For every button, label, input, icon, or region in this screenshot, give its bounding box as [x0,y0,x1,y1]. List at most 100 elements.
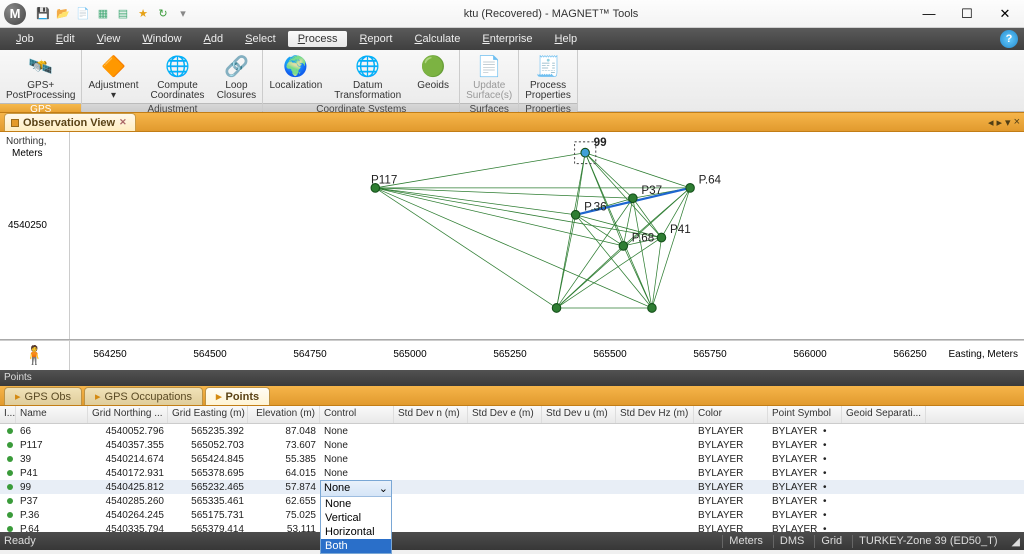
cell: BYLAYER [694,496,768,507]
cell: 565379.414 [168,524,248,533]
table-row[interactable]: 994540425.812565232.46557.874NoneBYLAYER… [0,480,1024,494]
tabstrip-right-icon[interactable]: ▸ [997,116,1003,129]
status-segment[interactable]: Grid [814,535,848,548]
grid2-icon[interactable]: ▤ [114,5,132,23]
col-header[interactable]: Std Dev n (m) [394,406,468,423]
net-point[interactable] [686,184,694,193]
geoids-button[interactable]: 🟢Geoids [407,50,459,103]
net-point[interactable] [648,304,656,313]
geoids-button-icon: 🟢 [419,52,447,80]
menu-item-help[interactable]: Help [545,31,588,47]
x-tick: 566000 [793,349,826,360]
col-header[interactable]: Elevation (m) [248,406,320,423]
control-option-both[interactable]: Both [321,539,391,553]
menu-item-select[interactable]: Select [235,31,286,47]
table-row[interactable]: P.644540335.794565379.41453.111BYLAYERBY… [0,522,1024,532]
points-tab-gps-obs[interactable]: ▸GPS Obs [4,387,82,405]
net-point[interactable] [657,233,665,242]
cell: 62.655 [248,496,320,507]
net-point[interactable] [571,210,579,219]
menu-item-report[interactable]: Report [349,31,402,47]
control-option-none[interactable]: None [321,497,391,511]
resize-grip-icon[interactable]: ◢ [1008,535,1020,548]
redo-icon[interactable]: ↻ [154,5,172,23]
menu-item-enterprise[interactable]: Enterprise [472,31,542,47]
gps-postprocessing-button[interactable]: 🛰️GPS+PostProcessing [0,50,81,103]
col-header[interactable]: Std Dev u (m) [542,406,616,423]
close-icon[interactable]: ✕ [119,117,127,128]
net-point[interactable] [581,148,589,157]
tab-icon: ▸ [15,390,21,403]
menu-item-calculate[interactable]: Calculate [404,31,470,47]
col-header[interactable]: Color [694,406,768,423]
minimize-button[interactable]: — [910,0,948,28]
menu-item-view[interactable]: View [87,31,131,47]
process-properties-button[interactable]: 🧾ProcessProperties [519,50,577,103]
status-segment[interactable]: DMS [773,535,810,548]
points-tab-points[interactable]: ▸Points [205,387,270,405]
status-segment[interactable]: TURKEY-Zone 39 (ED50_T) [852,535,1003,548]
loop-closures-button[interactable]: 🔗LoopClosures [210,50,262,103]
menu-item-job[interactable]: Job [6,31,44,47]
cell: None [320,426,394,437]
tab-observation-view[interactable]: Observation View ✕ [4,113,136,131]
control-option-vertical[interactable]: Vertical [321,511,391,525]
close-button[interactable]: ✕ [986,0,1024,28]
y-axis-pane: Northing, Meters 4540250 [0,132,70,339]
col-header[interactable]: Grid Northing ... [88,406,168,423]
tabstrip-menu-icon[interactable]: ▾ [1005,116,1011,129]
col-header[interactable]: I... [0,406,16,423]
cell: BYLAYER • [768,454,842,465]
datum-transformation-button[interactable]: 🌐DatumTransformation [328,50,407,103]
cell: P37 [16,496,88,507]
maximize-button[interactable]: ☐ [948,0,986,28]
col-header[interactable]: Std Dev e (m) [468,406,542,423]
open-icon[interactable]: 📂 [54,5,72,23]
control-selected[interactable]: None ⌄ [321,481,391,497]
new-icon[interactable]: 📄 [74,5,92,23]
points-tab-gps-occupations[interactable]: ▸GPS Occupations [84,387,203,405]
col-header[interactable]: Std Dev Hz (m) [616,406,694,423]
menu-item-window[interactable]: Window [132,31,191,47]
save-icon[interactable]: 💾 [34,5,52,23]
tabstrip-close-icon[interactable]: × [1014,116,1020,129]
point-icon [7,484,13,490]
tabstrip-left-icon[interactable]: ◂ [988,116,994,129]
grid-icon[interactable]: ▦ [94,5,112,23]
col-header[interactable]: Name [16,406,88,423]
qat-dropdown-icon[interactable]: ▾ [174,5,192,23]
tab-label: Points [226,391,260,403]
control-option-horizontal[interactable]: Horizontal [321,525,391,539]
net-point[interactable] [619,241,627,250]
col-header[interactable]: Grid Easting (m) [168,406,248,423]
menu-item-process[interactable]: Process [288,31,348,47]
table-row[interactable]: P1174540357.355565052.70373.607NoneBYLAY… [0,438,1024,452]
table-row[interactable]: P.364540264.245565175.73175.025BYLAYERBY… [0,508,1024,522]
menu-item-edit[interactable]: Edit [46,31,85,47]
help-icon[interactable]: ? [1000,30,1018,48]
control-dropdown[interactable]: None ⌄ NoneVerticalHorizontalBoth [320,480,392,554]
col-header[interactable]: Point Symbol [768,406,842,423]
network-canvas[interactable]: 99P117P.64P37P.36P41P.68 [70,132,1024,339]
table-row[interactable]: 394540214.674565424.84555.385NoneBYLAYER… [0,452,1024,466]
net-point[interactable] [552,304,560,313]
table-row[interactable]: P374540285.260565335.46162.655BYLAYERBYL… [0,494,1024,508]
table-row[interactable]: 664540052.796565235.39287.048NoneBYLAYER… [0,424,1024,438]
col-header[interactable]: Geoid Separati... [842,406,926,423]
adjustment-button[interactable]: 🔶Adjustment▾ [82,50,144,103]
net-point[interactable] [629,194,637,203]
col-header[interactable]: Control [320,406,394,423]
star-icon[interactable]: ★ [134,5,152,23]
process-properties-button-icon: 🧾 [534,52,562,80]
grid-body: 664540052.796565235.39287.048NoneBYLAYER… [0,424,1024,532]
cell: None [320,440,394,451]
localization-button[interactable]: 🌍Localization [263,50,328,103]
table-row[interactable]: P414540172.931565378.69564.015NoneBYLAYE… [0,466,1024,480]
compute-coordinates-button[interactable]: 🌐ComputeCoordinates [145,50,211,103]
cell: 4540172.931 [88,468,168,479]
status-segment[interactable]: Meters [722,535,769,548]
menu-item-add[interactable]: Add [194,31,234,47]
x-tick: 564500 [193,349,226,360]
loop-closures-button-icon: 🔗 [222,52,250,80]
cell: BYLAYER [694,510,768,521]
